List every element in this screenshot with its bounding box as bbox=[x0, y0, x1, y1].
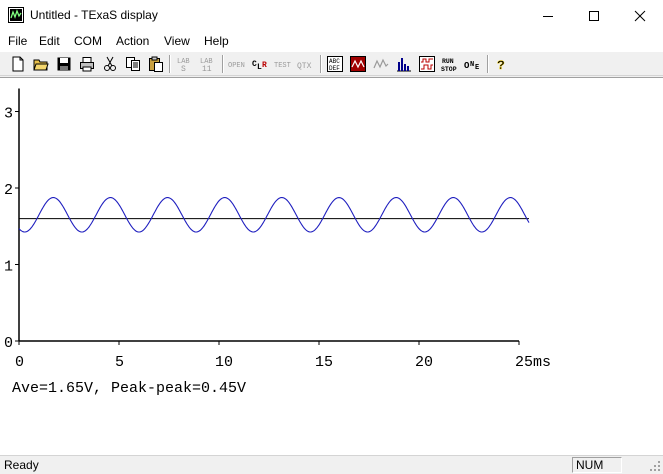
menu-action[interactable]: Action bbox=[116, 34, 149, 48]
svg-text:DEF: DEF bbox=[329, 65, 340, 72]
test-button[interactable]: TEST bbox=[273, 54, 293, 74]
lab-11-icon: LAB11 bbox=[200, 58, 213, 72]
svg-text:E: E bbox=[475, 64, 479, 72]
y-tick-label: 1 bbox=[4, 259, 13, 276]
new-file-button[interactable] bbox=[8, 54, 28, 74]
minimize-button[interactable] bbox=[525, 0, 571, 31]
clear-button[interactable]: CLR bbox=[250, 54, 270, 74]
save-button[interactable] bbox=[54, 54, 74, 74]
histogram-icon bbox=[397, 58, 411, 72]
open-folder-icon bbox=[33, 59, 49, 71]
voltage-trace bbox=[18, 197, 530, 233]
open-icon: OPEN bbox=[228, 62, 245, 70]
bmp-button[interactable] bbox=[348, 54, 368, 74]
abc-def-button[interactable]: ABC DEF bbox=[325, 54, 345, 74]
copy-button[interactable] bbox=[123, 54, 143, 74]
cut-button[interactable] bbox=[100, 54, 120, 74]
close-button[interactable] bbox=[617, 0, 663, 31]
run-stop-button[interactable]: RUN STOP bbox=[440, 54, 460, 74]
title-bar: Untitled - TExaS display bbox=[0, 0, 663, 31]
menu-edit[interactable]: Edit bbox=[39, 34, 60, 48]
qtx-icon: QTX bbox=[297, 62, 312, 71]
texas-app-icon bbox=[8, 7, 24, 23]
abc-def-icon: ABCDEF bbox=[327, 56, 343, 72]
menu-view[interactable]: View bbox=[164, 34, 190, 48]
measurement-readout: Ave=1.65V, Peak-peak=0.45V bbox=[12, 380, 246, 397]
paste-button[interactable] bbox=[146, 54, 166, 74]
lab-11-button[interactable]: LAB 11 bbox=[198, 54, 218, 74]
svg-text:QTX: QTX bbox=[297, 62, 312, 71]
svg-text:R: R bbox=[262, 61, 267, 70]
window-title: Untitled - TExaS display bbox=[30, 8, 158, 22]
print-button[interactable] bbox=[77, 54, 97, 74]
save-icon bbox=[57, 57, 71, 71]
num-lock-indicator: NUM bbox=[576, 458, 604, 472]
svg-text:RUN: RUN bbox=[442, 58, 454, 65]
x-tick-label: 5 bbox=[115, 354, 124, 371]
menu-file[interactable]: File bbox=[8, 34, 27, 48]
logic-analyzer-button[interactable] bbox=[417, 54, 437, 74]
x-tick-label: 25ms bbox=[515, 354, 551, 371]
toolbar-separator bbox=[487, 55, 489, 73]
open-button[interactable] bbox=[31, 54, 51, 74]
test-icon: TEST bbox=[274, 62, 291, 70]
x-tick-label: 15 bbox=[315, 354, 333, 371]
toolbar-separator bbox=[320, 55, 322, 73]
x-tick-label: 10 bbox=[215, 354, 233, 371]
menu-bar: File Edit COM Action View Help bbox=[0, 31, 663, 51]
lab-s-icon: LABS bbox=[177, 58, 190, 72]
minimize-icon bbox=[543, 15, 553, 17]
status-text: Ready bbox=[4, 458, 39, 472]
histogram-button[interactable] bbox=[394, 54, 414, 74]
copy-icon bbox=[126, 57, 140, 71]
clear-icon: CLR bbox=[252, 60, 267, 72]
close-icon bbox=[634, 10, 646, 21]
toolbar-separator bbox=[222, 55, 224, 73]
bmp-icon bbox=[350, 56, 366, 72]
svg-text:S: S bbox=[181, 65, 186, 72]
qtx-button[interactable]: QTX bbox=[296, 54, 316, 74]
svg-text:TEST: TEST bbox=[274, 62, 291, 70]
one-button[interactable]: ONE bbox=[463, 54, 483, 74]
resize-grip-icon[interactable] bbox=[649, 460, 661, 472]
scope-icon bbox=[373, 58, 389, 69]
svg-text:STOP: STOP bbox=[441, 66, 457, 72]
help-button[interactable]: ? bbox=[492, 54, 512, 74]
y-tick-label: 2 bbox=[4, 182, 13, 199]
logic-analyzer-icon bbox=[419, 56, 435, 72]
menu-help[interactable]: Help bbox=[204, 34, 229, 48]
svg-text:N: N bbox=[470, 61, 474, 69]
maximize-button[interactable] bbox=[571, 0, 617, 31]
y-tick-label: 3 bbox=[4, 106, 13, 123]
toolbar: LAB S LAB 11 OPEN CLR TEST QTX ABC DEF RUN S… bbox=[0, 51, 663, 76]
y-tick-label: 0 bbox=[4, 335, 13, 352]
cut-icon bbox=[104, 56, 116, 71]
help-icon: ? bbox=[497, 58, 505, 72]
scope-button[interactable] bbox=[371, 54, 391, 74]
svg-text:OPEN: OPEN bbox=[228, 62, 245, 70]
run-stop-icon: RUNSTOP bbox=[441, 58, 457, 72]
svg-text:?: ? bbox=[497, 58, 505, 72]
print-icon bbox=[80, 57, 94, 72]
lab-s-button[interactable]: LAB S bbox=[175, 54, 195, 74]
toolbar-separator bbox=[169, 55, 171, 73]
open-port-button[interactable]: OPEN bbox=[227, 54, 247, 74]
new-file-icon bbox=[12, 56, 24, 72]
svg-text:11: 11 bbox=[202, 65, 212, 72]
scope-display-area: 0 1 2 3 0 5 10 15 20 25ms Ave=1.65V, Peak-peak=0.… bbox=[0, 77, 663, 455]
x-tick-label: 20 bbox=[415, 354, 433, 371]
menu-com[interactable]: COM bbox=[74, 34, 102, 48]
status-bar: Ready NUM bbox=[0, 455, 663, 474]
svg-text:ABC: ABC bbox=[329, 58, 340, 65]
x-tick-label: 0 bbox=[15, 354, 24, 371]
voltage-plot: 0 1 2 3 0 5 10 15 20 25ms Ave=1.65V, Peak-peak=0.… bbox=[4, 88, 551, 397]
paste-icon bbox=[149, 56, 163, 72]
maximize-icon bbox=[589, 10, 599, 21]
one-icon: ONE bbox=[464, 61, 479, 72]
